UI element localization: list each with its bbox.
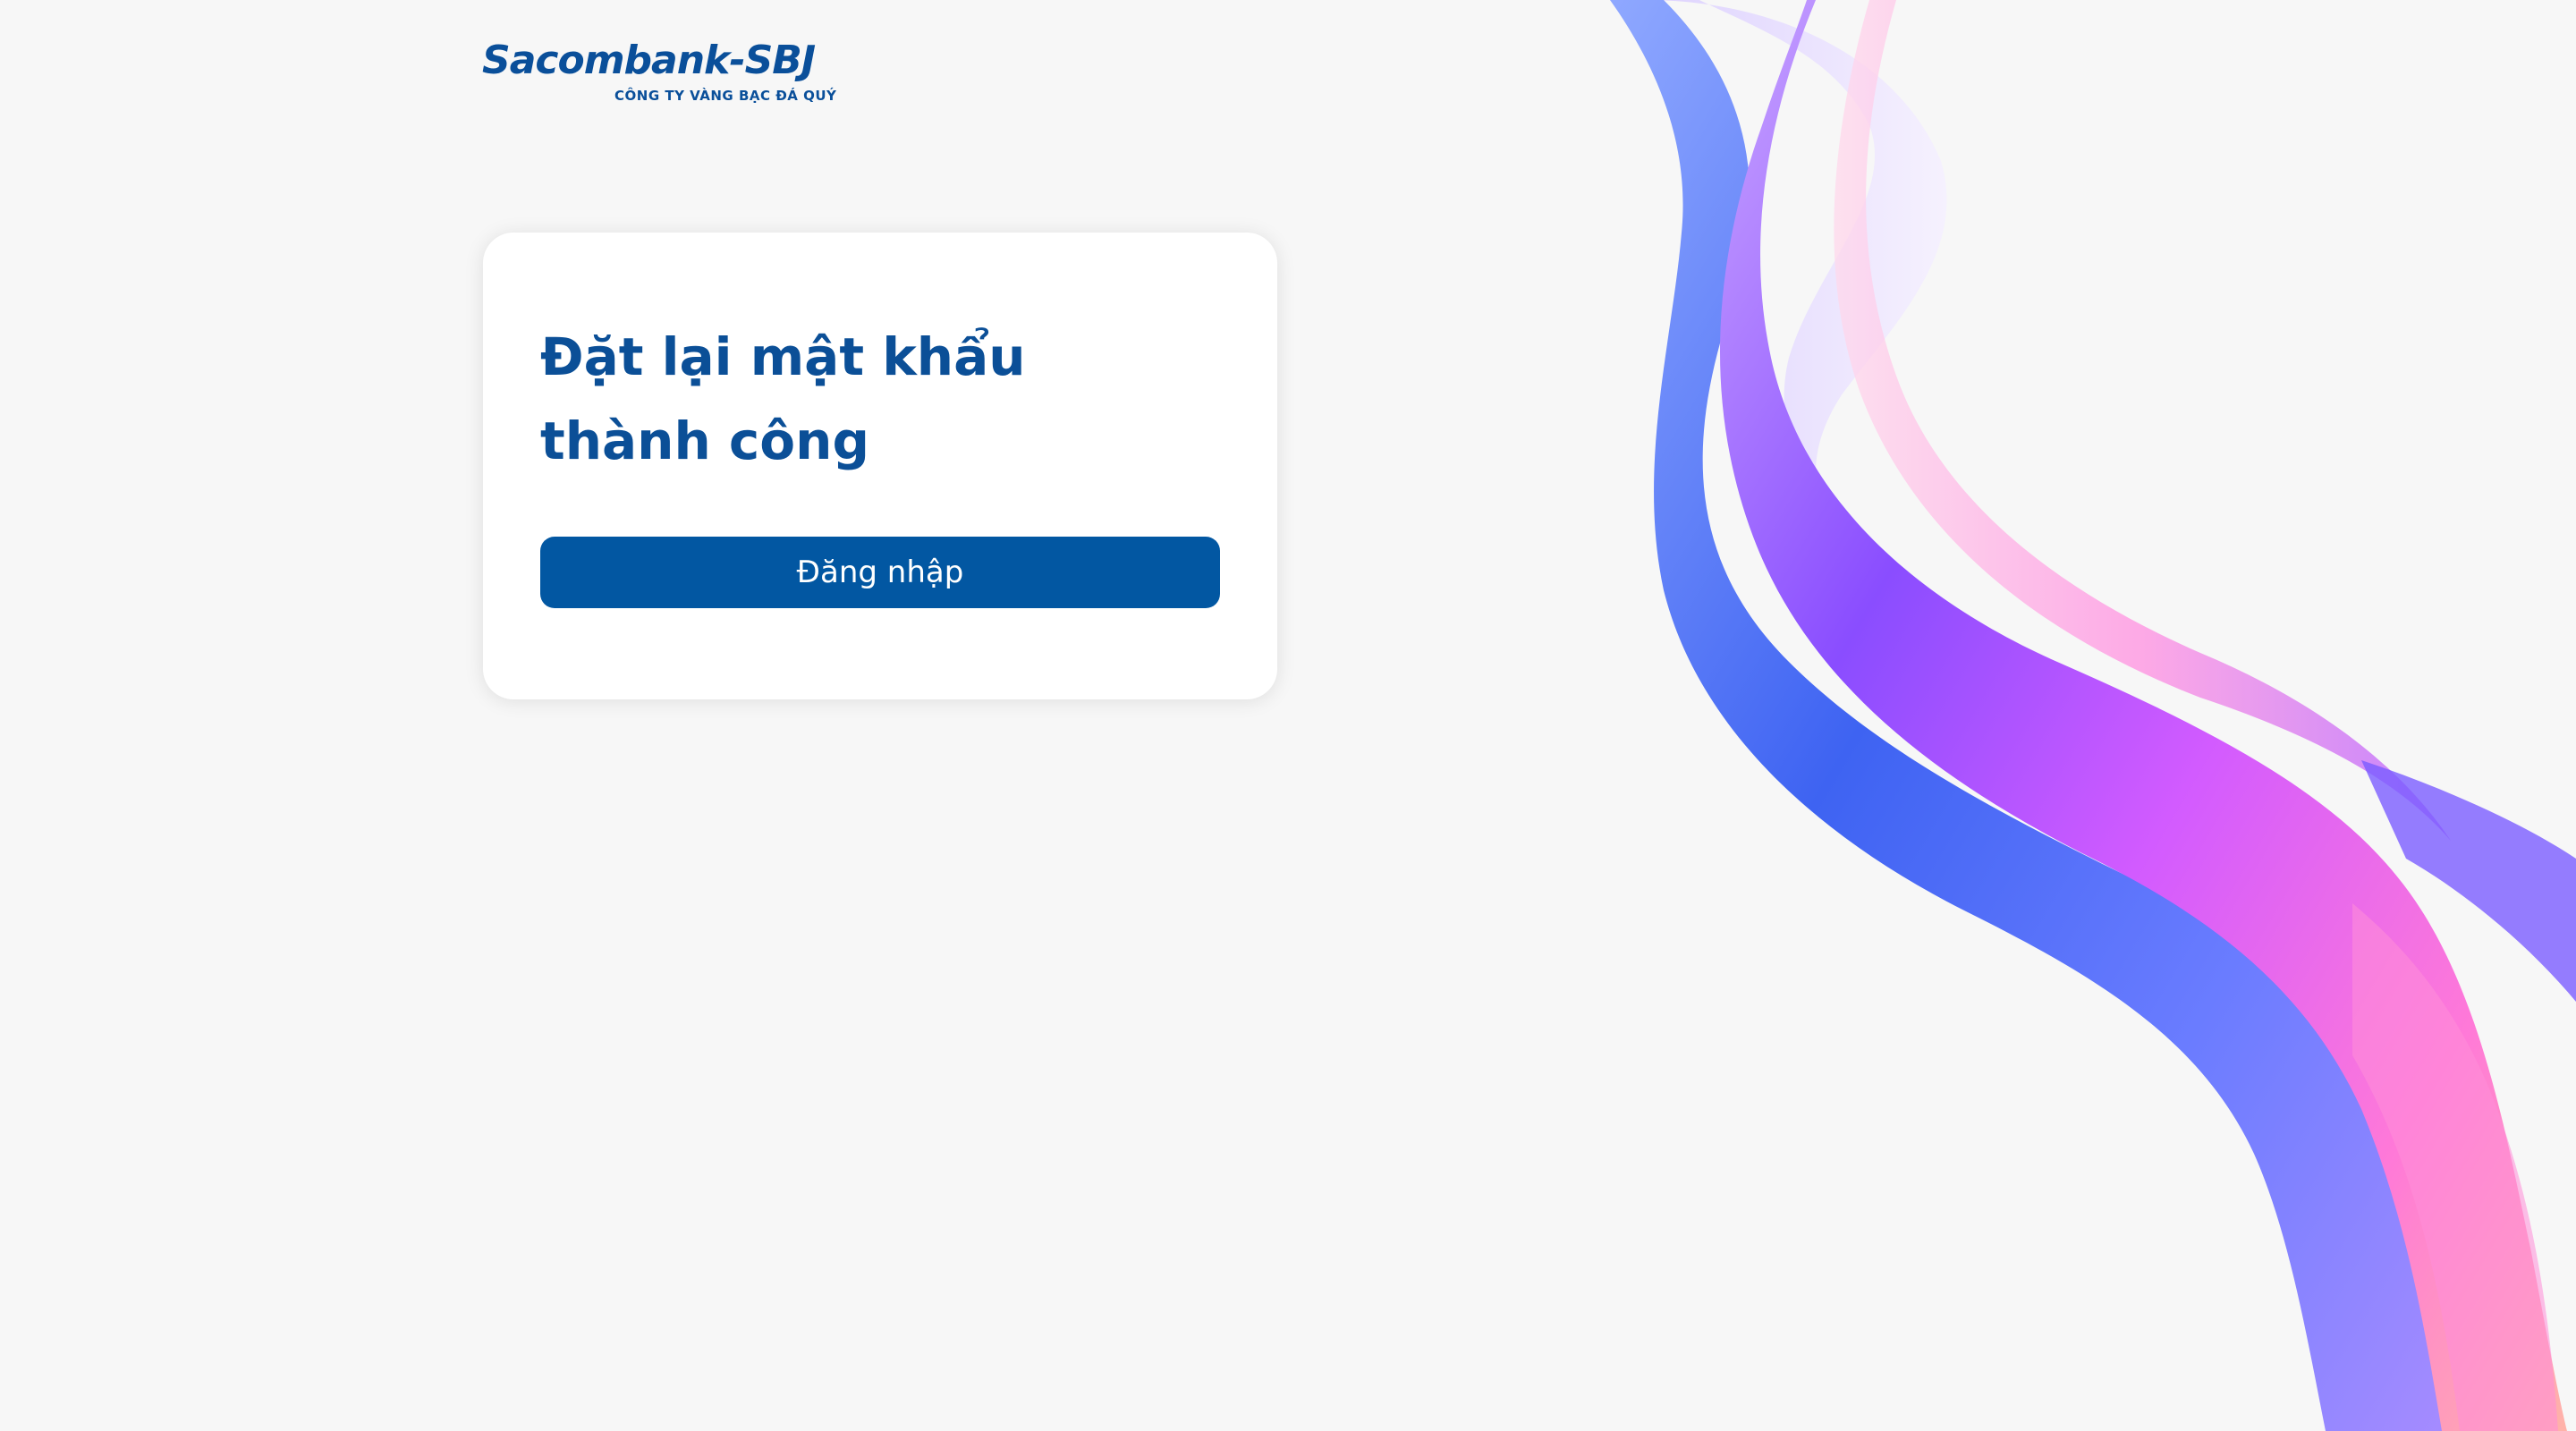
page-title: Đặt lại mật khẩu thành công: [540, 326, 1026, 471]
logo-tagline: CÔNG TY VÀNG BẠC ĐÁ QUÝ: [614, 88, 837, 104]
decorative-ribbon-graphic: [1610, 0, 2576, 1431]
logo-wordmark: Sacombank-SBJ: [482, 38, 816, 83]
login-button[interactable]: Đăng nhập: [540, 537, 1220, 608]
sacombank-sbj-logo: Sacombank-SBJ CÔNG TY VÀNG BẠC ĐÁ QUÝ: [482, 36, 840, 106]
reset-success-card: Đặt lại mật khẩu thành công Đăng nhập: [483, 233, 1277, 699]
